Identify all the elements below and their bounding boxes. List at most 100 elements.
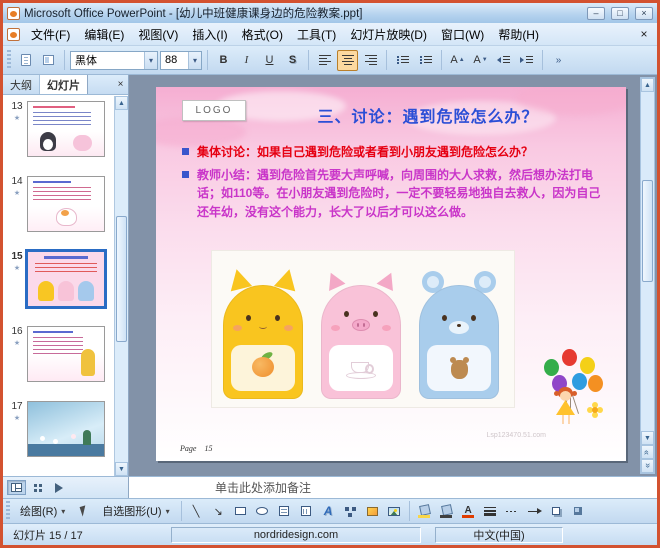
shadow-style-button[interactable] <box>546 501 567 522</box>
arrow-style-button[interactable] <box>524 501 545 522</box>
underline-button[interactable]: U <box>259 50 280 71</box>
panel-scrollbar[interactable]: ▲ ▼ <box>114 96 128 476</box>
line-button[interactable]: ╲ <box>186 501 207 522</box>
align-right-button[interactable] <box>360 50 381 71</box>
clip-art-button[interactable] <box>362 501 383 522</box>
line-color-button[interactable] <box>436 501 457 522</box>
menu-slideshow[interactable]: 幻灯片放映(D) <box>343 24 434 45</box>
text-shadow-button[interactable]: S <box>282 50 303 71</box>
bullet-item-1[interactable]: 集体讨论：如果自己遇到危险或者看到小朋友遇到危险怎么办？ <box>182 143 606 162</box>
editor-scroll-thumb[interactable] <box>642 180 653 282</box>
bold-button[interactable]: B <box>213 50 234 71</box>
toolbar-grip[interactable] <box>7 50 11 70</box>
thumbnail-row: 14 ★ <box>7 174 111 249</box>
previous-slide-button[interactable]: « <box>641 445 654 459</box>
close-presentation-icon[interactable]: × <box>635 27 653 41</box>
drawing-toolbar: 绘图(R) ▾ 自选图形(U) ▾ ╲ ↘ A A <box>3 498 657 523</box>
scroll-up-icon[interactable]: ▲ <box>641 78 654 92</box>
new-slide-button[interactable] <box>15 50 36 71</box>
align-center-button[interactable] <box>337 49 358 71</box>
select-objects-button[interactable] <box>73 501 94 522</box>
slide-thumbnail-15[interactable] <box>27 251 105 307</box>
slide-thumbnail-16[interactable] <box>27 326 105 382</box>
arrow-button[interactable]: ↘ <box>208 501 229 522</box>
editor-scroll-track[interactable] <box>641 92 654 431</box>
close-pane-icon[interactable]: × <box>113 75 128 94</box>
separator <box>542 50 543 70</box>
animal-cards-image[interactable] <box>212 251 514 407</box>
up-arrow-icon: ▲ <box>458 57 465 63</box>
slide-canvas[interactable]: LOGO 三、讨论：遇到危险怎么办？ 集体讨论：如果自己遇到危险或者看到小朋友遇… <box>156 87 626 461</box>
logo-placeholder[interactable]: LOGO <box>182 100 246 121</box>
numbered-list-button[interactable] <box>392 50 413 71</box>
slide-number: 14 <box>11 176 23 187</box>
dropdown-icon[interactable]: ▾ <box>144 51 157 69</box>
insert-picture-button[interactable] <box>384 501 405 522</box>
bear-card-illustration <box>414 269 504 399</box>
slide-sorter-view-button[interactable] <box>28 480 47 495</box>
notes-pane[interactable]: 单击此处添加备注 <box>129 476 657 498</box>
dropdown-icon[interactable]: ▾ <box>188 51 201 69</box>
line-style-button[interactable] <box>480 501 501 522</box>
arrow-style-icon <box>528 507 543 514</box>
menu-format[interactable]: 格式(O) <box>235 24 290 45</box>
toolbar-options-button[interactable]: » <box>548 50 569 71</box>
increase-indent-button[interactable] <box>516 50 537 71</box>
italic-button[interactable]: I <box>236 50 257 71</box>
slide-layout-button[interactable] <box>38 50 59 71</box>
slideshow-view-button[interactable] <box>49 480 68 495</box>
wordart-button[interactable]: A <box>318 501 339 522</box>
font-size-select[interactable]: 88 ▾ <box>160 50 202 70</box>
panel-scroll-thumb[interactable] <box>116 215 127 343</box>
slide-title[interactable]: 三、讨论：遇到危险怎么办？ <box>252 103 604 127</box>
slide-thumbnail-14[interactable] <box>27 176 105 232</box>
oval-button[interactable] <box>252 501 273 522</box>
tab-slides[interactable]: 幻灯片 <box>40 75 88 94</box>
increase-font-button[interactable]: A ▲ <box>447 50 468 71</box>
decrease-font-button[interactable]: A ▼ <box>470 50 491 71</box>
decrease-indent-button[interactable] <box>493 50 514 71</box>
toolbar-grip[interactable] <box>6 501 10 521</box>
arrow-icon: ↘ <box>213 505 223 518</box>
autoshapes-menu-button[interactable]: 自选图形(U) ▾ <box>95 501 176 522</box>
diagram-button[interactable] <box>340 501 361 522</box>
bullet-item-2[interactable]: 教师小结：遇到危险首先要大声呼喊，向周围的大人求救，然后想办法打电话；如110等… <box>182 166 606 222</box>
rectangle-button[interactable] <box>230 501 251 522</box>
dash-style-button[interactable] <box>502 501 523 522</box>
text-box-button[interactable] <box>274 501 295 522</box>
menu-edit[interactable]: 编辑(E) <box>77 24 131 45</box>
menu-file[interactable]: 文件(F) <box>24 24 77 45</box>
menu-tools[interactable]: 工具(T) <box>290 24 343 45</box>
line-icon: ╲ <box>192 505 200 518</box>
bulleted-list-button[interactable] <box>415 50 436 71</box>
menu-window[interactable]: 窗口(W) <box>434 24 491 45</box>
vertical-text-box-button[interactable] <box>296 501 317 522</box>
draw-menu-button[interactable]: 绘图(R) ▾ <box>13 501 72 522</box>
panel-scroll-track[interactable] <box>115 110 128 462</box>
fill-color-button[interactable] <box>414 501 435 522</box>
font-name-select[interactable]: 黑体 ▾ <box>70 50 158 70</box>
thumbnail-list: 13 ★ 14 ★ 15 ★ 16 ★ 17 ★ <box>3 95 128 476</box>
menu-help[interactable]: 帮助(H) <box>491 24 546 45</box>
editor-scrollbar[interactable]: ▲ ▼ « « <box>640 77 655 474</box>
slide-thumbnail-17[interactable] <box>27 401 105 457</box>
slide-body-text[interactable]: 集体讨论：如果自己遇到危险或者看到小朋友遇到危险怎么办？ 教师小结：遇到危险首先… <box>182 143 606 225</box>
scroll-down-icon[interactable]: ▼ <box>641 431 654 445</box>
threed-style-button[interactable] <box>568 501 589 522</box>
scroll-up-icon[interactable]: ▲ <box>115 96 128 110</box>
menu-view[interactable]: 视图(V) <box>131 24 185 45</box>
menu-insert[interactable]: 插入(I) <box>185 24 234 45</box>
minimize-button[interactable]: – <box>587 6 605 20</box>
normal-view-button[interactable] <box>7 480 26 495</box>
tab-outline[interactable]: 大纲 <box>3 75 40 94</box>
slide-thumbnail-13[interactable] <box>27 101 105 157</box>
next-slide-button[interactable]: « <box>641 459 654 473</box>
language-indicator[interactable]: 中文(中国) <box>435 526 563 543</box>
maximize-button[interactable]: □ <box>611 6 629 20</box>
align-left-button[interactable] <box>314 50 335 71</box>
close-button[interactable]: × <box>635 6 653 20</box>
oval-icon <box>256 507 269 515</box>
font-color-button[interactable]: A <box>458 501 479 522</box>
rectangle-icon <box>234 507 246 515</box>
scroll-down-icon[interactable]: ▼ <box>115 462 128 476</box>
